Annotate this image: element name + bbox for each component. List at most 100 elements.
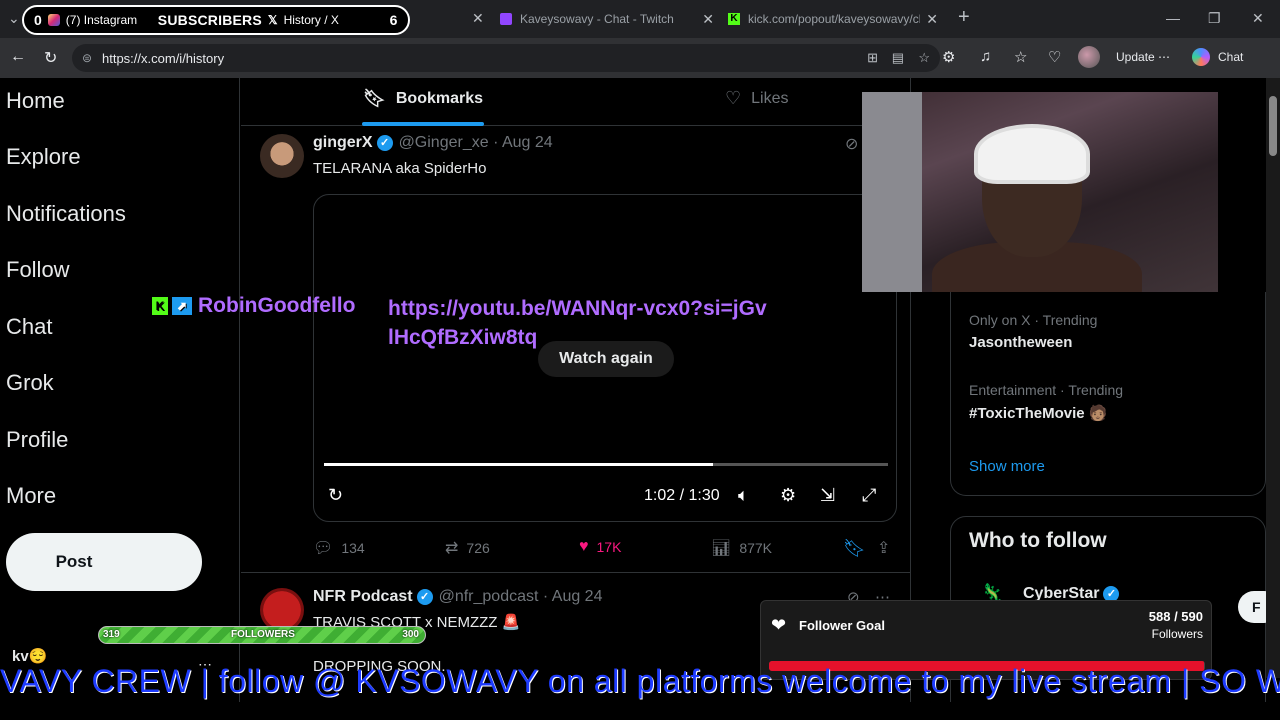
- post-button[interactable]: Post: [6, 533, 202, 591]
- reply-count: 134: [341, 540, 365, 556]
- apps-icon[interactable]: ⊞: [867, 50, 878, 66]
- close-window-icon[interactable]: ✕: [1252, 10, 1264, 27]
- tab-history[interactable]: History / X: [284, 13, 380, 27]
- extensions-icon[interactable]: ⚙: [942, 48, 955, 66]
- url-text: https://x.com/i/history: [102, 50, 225, 66]
- reply-button[interactable]: 💬︎ 134: [313, 538, 365, 558]
- nav-more[interactable]: More: [6, 483, 56, 509]
- copilot-chat-label: Chat: [1218, 50, 1244, 64]
- bookmark-icon: 🔖︎: [363, 88, 386, 108]
- update-label: Update: [1116, 50, 1155, 64]
- verified-badge-icon: ✓: [376, 135, 393, 151]
- favorites-icon[interactable]: ☆: [1014, 48, 1027, 66]
- heart-filled-icon: ♥: [579, 538, 589, 555]
- tab-twitch[interactable]: Kaveysowavy - Chat - Twitch ✕: [500, 6, 720, 32]
- x-sidebar-nav: Home Explore Notifications Follow Chat G…: [0, 78, 240, 720]
- nav-grok[interactable]: Grok: [6, 370, 54, 396]
- trend-item[interactable]: #ToxicTheMovie 🧑🏽: [969, 404, 1107, 422]
- webcam-feed: [862, 92, 1218, 292]
- replay-icon[interactable]: ↻: [328, 485, 343, 506]
- nav-profile[interactable]: Profile: [6, 427, 68, 453]
- followers-target: 300: [402, 629, 419, 640]
- close-tab-icon[interactable]: ✕: [472, 10, 484, 27]
- tweet-divider: [241, 572, 911, 573]
- trend-item[interactable]: Jasontheween: [969, 334, 1072, 351]
- like-button[interactable]: ♥ 17K: [579, 538, 621, 556]
- fullscreen-icon[interactable]: ⤢: [862, 485, 876, 506]
- badge-icon: ⬈: [172, 297, 192, 316]
- nav-explore[interactable]: Explore: [6, 144, 81, 170]
- tweet-author[interactable]: gingerX ✓ @Ginger_xe · Aug 24: [313, 134, 553, 152]
- tab-list-chevron-icon[interactable]: ⌄: [8, 10, 20, 27]
- share-icon[interactable]: ⇪: [877, 538, 890, 558]
- bookmark-filled-icon[interactable]: 🔖︎: [843, 538, 866, 559]
- nav-follow[interactable]: Follow: [6, 257, 70, 283]
- media-icon[interactable]: ♫: [980, 48, 991, 65]
- close-tab-icon[interactable]: ✕: [702, 11, 714, 28]
- twitch-icon: [500, 13, 512, 25]
- author-name: NFR Podcast: [313, 588, 413, 605]
- site-info-icon[interactable]: ⊜: [82, 51, 92, 65]
- heart-icon: ❤︎: [771, 615, 787, 635]
- page-scrollbar[interactable]: [1266, 78, 1280, 678]
- copilot-chat-button[interactable]: Chat: [1192, 48, 1243, 66]
- minimize-icon[interactable]: —: [1166, 10, 1180, 26]
- reader-icon[interactable]: ▤: [892, 50, 904, 66]
- bottom-strip: [0, 702, 1280, 720]
- back-icon[interactable]: ←: [10, 48, 26, 66]
- tab-instagram[interactable]: (7) Instagram: [66, 13, 158, 27]
- tab-bookmarks[interactable]: 🔖︎ Bookmarks: [363, 88, 483, 109]
- video-time: 1:02 / 1:30: [644, 487, 720, 504]
- favorite-star-icon[interactable]: ☆: [918, 50, 930, 66]
- feed-tabs: 🔖︎ Bookmarks ♡ Likes: [241, 78, 911, 126]
- profile-avatar[interactable]: [1078, 46, 1100, 68]
- settings-gear-icon[interactable]: ⚙: [780, 485, 796, 506]
- tab-kick[interactable]: K kick.com/popout/kaveysowavy/ch ✕: [728, 6, 944, 32]
- x-logo-icon: 𝕏: [267, 13, 278, 27]
- update-button[interactable]: Update ⋯: [1116, 50, 1170, 64]
- views-chart-icon: 📊︎: [711, 540, 732, 557]
- close-tab-icon[interactable]: ✕: [926, 11, 938, 28]
- chat-overlay-message: https://youtu.be/WANNqr-vcx0?si=jGvlHcQf…: [388, 297, 767, 349]
- repost-button[interactable]: ⇄ 726: [445, 538, 490, 558]
- copilot-icon: [1192, 48, 1210, 66]
- volume-icon[interactable]: 🔈︎: [738, 485, 749, 506]
- scrollbar-thumb[interactable]: [1269, 96, 1277, 156]
- health-icon[interactable]: ♡: [1048, 48, 1061, 66]
- new-tab-icon[interactable]: +: [958, 6, 970, 29]
- repost-count: 726: [466, 540, 490, 556]
- author-handle: @Ginger_xe · Aug 24: [398, 134, 553, 151]
- show-more-link[interactable]: Show more: [969, 458, 1045, 475]
- nav-notifications[interactable]: Notifications: [6, 201, 126, 227]
- post-button-label: Post: [55, 552, 93, 571]
- video-progress-fill: [324, 463, 714, 466]
- nav-home[interactable]: Home: [6, 88, 65, 114]
- active-tab-indicator: [362, 122, 484, 126]
- tab-twitch-label: Kaveysowavy - Chat - Twitch: [520, 12, 674, 26]
- view-count: 877K: [739, 540, 773, 556]
- goal-title: Follower Goal: [799, 618, 885, 633]
- tweet-author[interactable]: NFR Podcast ✓ @nfr_podcast · Aug 24: [313, 588, 602, 606]
- maximize-icon[interactable]: ❐: [1208, 10, 1221, 27]
- url-input[interactable]: ⊜ https://x.com/i/history ⊞ ▤ ☆: [72, 44, 940, 72]
- video-progress-bar[interactable]: [324, 463, 888, 466]
- subscribers-overlay: 0 (7) Instagram SUBSCRIBERS 𝕏 History / …: [22, 5, 410, 35]
- views-button[interactable]: 📊︎ 877K: [711, 538, 772, 558]
- trend-meta: Entertainment · Trending: [969, 382, 1124, 398]
- repost-icon: ⇄: [445, 540, 459, 557]
- nav-chat[interactable]: Chat: [6, 314, 52, 340]
- tab-kick-label: kick.com/popout/kaveysowavy/ch: [748, 12, 920, 26]
- dock-icon[interactable]: ⇲: [820, 485, 835, 506]
- chat-username: RobinGoodfello: [198, 294, 356, 317]
- tab-likes[interactable]: ♡ Likes: [725, 88, 789, 109]
- verified-badge-icon: ✓: [416, 589, 433, 605]
- kick-icon: K: [728, 13, 740, 25]
- grok-icon[interactable]: ⊘: [845, 134, 858, 154]
- tab-bookmarks-label: Bookmarks: [395, 89, 484, 107]
- reload-icon[interactable]: ↻: [44, 48, 57, 68]
- subs-goal: 6: [389, 12, 398, 28]
- who-to-follow-title: Who to follow: [969, 529, 1107, 552]
- author-name: gingerX: [313, 134, 373, 151]
- video-player[interactable]: Watch again ↻ 1:02 / 1:30 🔈︎ ⚙ ⇲ ⤢: [313, 194, 897, 522]
- avatar[interactable]: [260, 134, 304, 178]
